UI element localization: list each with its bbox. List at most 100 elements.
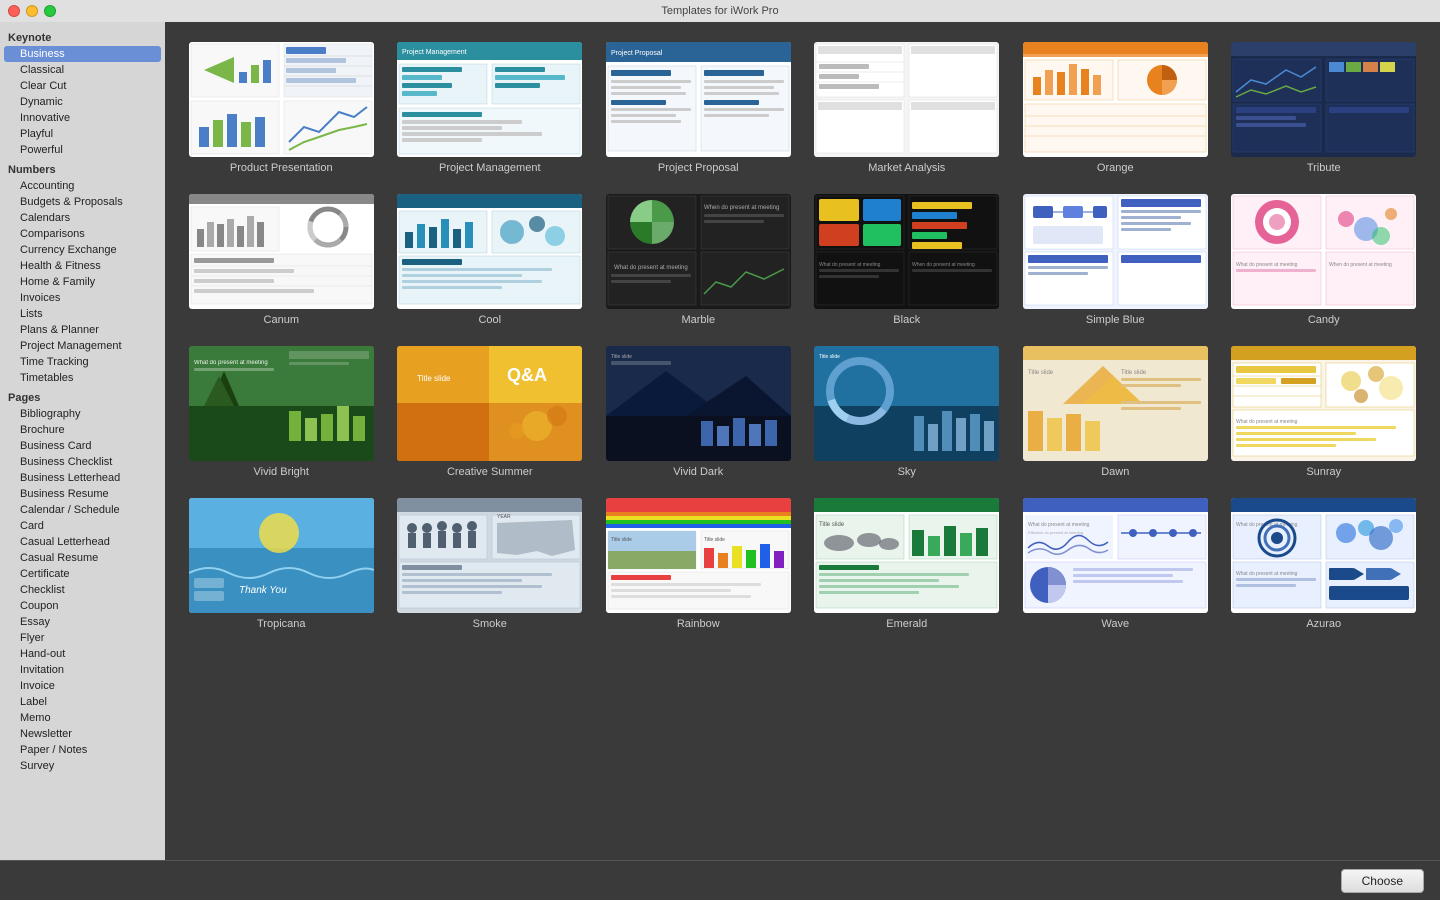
template-thumb-smoke: YEAR xyxy=(397,498,582,613)
sidebar: Keynote Business Classical Clear Cut Dyn… xyxy=(0,22,165,860)
template-item-rainbow[interactable]: Title slide Title slide xyxy=(602,498,795,630)
template-item-wave[interactable]: What do present at meeting Effective do … xyxy=(1019,498,1212,630)
template-label-vivid-dark: Vivid Dark xyxy=(673,466,723,478)
template-item-vivid-dark[interactable]: Title slide Vivid Dark xyxy=(602,346,795,478)
sidebar-item-playful[interactable]: Playful xyxy=(0,126,165,142)
template-item-creative-summer[interactable]: Q&A Title slide Creative Summer xyxy=(394,346,587,478)
template-label-simple-blue: Simple Blue xyxy=(1086,314,1145,326)
sidebar-item-invoices[interactable]: Invoices xyxy=(0,290,165,306)
sidebar-item-timetracking[interactable]: Time Tracking xyxy=(0,354,165,370)
template-item-candy[interactable]: What do present at meeting When do prese… xyxy=(1228,194,1421,326)
template-item-project-proposal[interactable]: Project Proposal xyxy=(602,42,795,174)
template-item-market-analysis[interactable]: Market Analysis xyxy=(811,42,1004,174)
sidebar-item-invitation[interactable]: Invitation xyxy=(0,662,165,678)
svg-text:What do present at meeting: What do present at meeting xyxy=(1236,419,1298,425)
template-label-azurao: Azurao xyxy=(1306,618,1341,630)
sidebar-item-bibliography[interactable]: Bibliography xyxy=(0,406,165,422)
template-label-sky: Sky xyxy=(898,466,916,478)
sidebar-item-currency[interactable]: Currency Exchange xyxy=(0,242,165,258)
template-thumb-market-analysis xyxy=(814,42,999,157)
svg-text:What do present at meeting: What do present at meeting xyxy=(1236,262,1298,268)
sidebar-item-businesschecklist[interactable]: Business Checklist xyxy=(0,454,165,470)
template-item-azurao[interactable]: What do present at meeting What do prese… xyxy=(1228,498,1421,630)
sidebar-item-home[interactable]: Home & Family xyxy=(0,274,165,290)
sidebar-item-calendars[interactable]: Calendars xyxy=(0,210,165,226)
sidebar-item-business[interactable]: Business xyxy=(4,46,161,62)
choose-button[interactable]: Choose xyxy=(1341,869,1424,893)
template-item-canum[interactable]: Canum xyxy=(185,194,378,326)
template-item-product-presentation[interactable]: Product Presentation xyxy=(185,42,378,174)
svg-text:Project Proposal: Project Proposal xyxy=(611,50,663,57)
sidebar-item-flyer[interactable]: Flyer xyxy=(0,630,165,646)
sidebar-item-clearcut[interactable]: Clear Cut xyxy=(0,78,165,94)
template-label-black: Black xyxy=(893,314,920,326)
sidebar-item-casualletterhead[interactable]: Casual Letterhead xyxy=(0,534,165,550)
template-item-tropicana[interactable]: Thank You Tropicana xyxy=(185,498,378,630)
sidebar-item-certificate[interactable]: Certificate xyxy=(0,566,165,582)
close-button[interactable] xyxy=(8,5,20,17)
sidebar-item-label[interactable]: Label xyxy=(0,694,165,710)
sidebar-section-keynote: Keynote xyxy=(0,26,165,46)
template-label-canum: Canum xyxy=(264,314,299,326)
sidebar-item-comparisons[interactable]: Comparisons xyxy=(0,226,165,242)
template-item-black[interactable]: What do present at meeting When do prese… xyxy=(811,194,1004,326)
template-thumb-product-presentation xyxy=(189,42,374,157)
template-thumb-wave: What do present at meeting Effective do … xyxy=(1023,498,1208,613)
bottom-bar: Choose xyxy=(0,860,1440,900)
sidebar-item-newsletter[interactable]: Newsletter xyxy=(0,726,165,742)
sidebar-item-innovative[interactable]: Innovative xyxy=(0,110,165,126)
template-item-dawn[interactable]: Title slide Title slide xyxy=(1019,346,1212,478)
template-label-tribute: Tribute xyxy=(1307,162,1341,174)
sidebar-item-checklist[interactable]: Checklist xyxy=(0,582,165,598)
sidebar-item-memo[interactable]: Memo xyxy=(0,710,165,726)
template-item-vivid-bright[interactable]: What do present at meeting Vivid Bright xyxy=(185,346,378,478)
template-item-marble[interactable]: What do present at meeting When do prese… xyxy=(602,194,795,326)
sidebar-item-accounting[interactable]: Accounting xyxy=(0,178,165,194)
sidebar-item-health[interactable]: Health & Fitness xyxy=(0,258,165,274)
sidebar-item-essay[interactable]: Essay xyxy=(0,614,165,630)
sidebar-item-handout[interactable]: Hand-out xyxy=(0,646,165,662)
sidebar-item-calendar[interactable]: Calendar / Schedule xyxy=(0,502,165,518)
template-thumb-azurao: What do present at meeting What do prese… xyxy=(1231,498,1416,613)
sidebar-item-brochure[interactable]: Brochure xyxy=(0,422,165,438)
svg-text:When do present at meeting: When do present at meeting xyxy=(704,205,779,211)
minimize-button[interactable] xyxy=(26,5,38,17)
template-label-candy: Candy xyxy=(1308,314,1340,326)
template-label-emerald: Emerald xyxy=(886,618,927,630)
sidebar-item-survey[interactable]: Survey xyxy=(0,758,165,774)
template-item-smoke[interactable]: YEAR Smoke xyxy=(394,498,587,630)
sidebar-item-papernotes[interactable]: Paper / Notes xyxy=(0,742,165,758)
template-item-sky[interactable]: Title slide Sky xyxy=(811,346,1004,478)
sidebar-item-casualresume[interactable]: Casual Resume xyxy=(0,550,165,566)
sidebar-item-businessresume[interactable]: Business Resume xyxy=(0,486,165,502)
template-thumb-candy: What do present at meeting When do prese… xyxy=(1231,194,1416,309)
sidebar-item-timetables[interactable]: Timetables xyxy=(0,370,165,386)
sidebar-item-card[interactable]: Card xyxy=(0,518,165,534)
template-item-sunray[interactable]: What do present at meeting Sunray xyxy=(1228,346,1421,478)
template-item-emerald[interactable]: Title slide xyxy=(811,498,1004,630)
template-thumb-marble: What do present at meeting When do prese… xyxy=(606,194,791,309)
sidebar-item-coupon[interactable]: Coupon xyxy=(0,598,165,614)
sidebar-item-invoice[interactable]: Invoice xyxy=(0,678,165,694)
maximize-button[interactable] xyxy=(44,5,56,17)
template-item-tribute[interactable]: Tribute xyxy=(1228,42,1421,174)
sidebar-item-dynamic[interactable]: Dynamic xyxy=(0,94,165,110)
template-item-simple-blue[interactable]: Simple Blue xyxy=(1019,194,1212,326)
sidebar-item-projectmgmt[interactable]: Project Management xyxy=(0,338,165,354)
svg-text:Q&A: Q&A xyxy=(507,365,547,385)
template-item-orange[interactable]: Orange xyxy=(1019,42,1212,174)
sidebar-item-businesscard[interactable]: Business Card xyxy=(0,438,165,454)
sidebar-item-lists[interactable]: Lists xyxy=(0,306,165,322)
sidebar-item-businessletterhead[interactable]: Business Letterhead xyxy=(0,470,165,486)
sidebar-section-pages: Pages xyxy=(0,386,165,406)
template-thumb-orange xyxy=(1023,42,1208,157)
template-label-wave: Wave xyxy=(1101,618,1129,630)
template-label-vivid-bright: Vivid Bright xyxy=(254,466,309,478)
sidebar-item-budgets[interactable]: Budgets & Proposals xyxy=(0,194,165,210)
window-controls[interactable] xyxy=(8,5,56,17)
template-item-project-management[interactable]: Project Management xyxy=(394,42,587,174)
sidebar-item-plans[interactable]: Plans & Planner xyxy=(0,322,165,338)
sidebar-item-powerful[interactable]: Powerful xyxy=(0,142,165,158)
template-item-cool[interactable]: Cool xyxy=(394,194,587,326)
sidebar-item-classical[interactable]: Classical xyxy=(0,62,165,78)
